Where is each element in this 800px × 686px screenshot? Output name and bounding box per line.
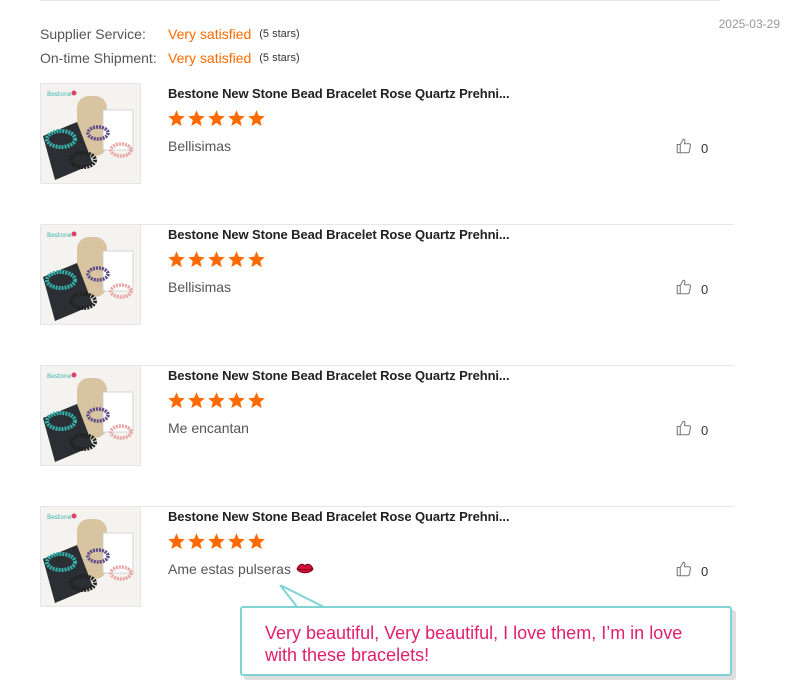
comment-text: Ame estas pulseras xyxy=(168,561,291,577)
star-icon xyxy=(247,391,266,410)
star-icon xyxy=(187,391,206,410)
supplier-service-rating: Supplier Service: Very satisfied (5 star… xyxy=(40,22,300,46)
star-icon xyxy=(227,250,246,269)
comment-text: Bellisimas xyxy=(168,138,232,154)
rating-note: (5 stars) xyxy=(259,28,300,40)
product-thumbnail[interactable]: Bestone xyxy=(40,83,141,184)
review-comment: Ame estas pulseras xyxy=(168,561,314,577)
star-icon xyxy=(247,109,266,128)
rating-value: Very satisfied xyxy=(168,50,252,66)
seller-ratings: Supplier Service: Very satisfied (5 star… xyxy=(40,22,300,70)
thumbs-up-icon xyxy=(675,419,693,442)
svg-text:Bestone: Bestone xyxy=(47,91,72,98)
thumbs-up-icon xyxy=(675,278,693,301)
star-icon xyxy=(167,250,186,269)
like-button[interactable]: 0 xyxy=(675,278,708,301)
star-icon xyxy=(187,532,206,551)
svg-text:Bestone: Bestone xyxy=(47,514,72,521)
review-item: Bestone Bestone New Stone Bead Bracelet R… xyxy=(40,365,734,507)
shipment-rating: On-time Shipment: Very satisfied (5 star… xyxy=(40,46,300,70)
star-icon xyxy=(167,532,186,551)
star-icon xyxy=(227,532,246,551)
star-icon xyxy=(247,532,266,551)
star-icon xyxy=(187,109,206,128)
thumbs-up-icon xyxy=(675,560,693,583)
product-thumbnail[interactable]: Bestone xyxy=(40,224,141,325)
star-rating xyxy=(167,109,267,128)
comment-text: Bellisimas xyxy=(168,279,232,295)
star-rating xyxy=(167,532,267,551)
like-count: 0 xyxy=(701,423,709,438)
like-count: 0 xyxy=(701,141,709,156)
star-icon xyxy=(207,109,226,128)
star-icon xyxy=(207,391,226,410)
star-icon xyxy=(227,391,246,410)
review-item: Bestone Bestone New Stone Bead Bracelet R… xyxy=(40,83,734,225)
star-icon xyxy=(167,109,186,128)
review-item: Bestone Bestone New Stone Bead Bracelet R… xyxy=(40,224,734,366)
review-comment: Bellisimas xyxy=(168,138,231,154)
like-button[interactable]: 0 xyxy=(675,419,708,442)
translation-bubble: Very beautiful, Very beautiful, I love t… xyxy=(240,606,732,676)
star-icon xyxy=(207,250,226,269)
star-rating xyxy=(167,391,267,410)
svg-text:Bestone: Bestone xyxy=(47,373,72,380)
star-icon xyxy=(187,250,206,269)
product-title[interactable]: Bestone New Stone Bead Bracelet Rose Qua… xyxy=(168,86,510,101)
product-thumbnail[interactable]: Bestone xyxy=(40,365,141,466)
translation-text: Very beautiful, Very beautiful, I love t… xyxy=(265,623,683,665)
product-title[interactable]: Bestone New Stone Bead Bracelet Rose Qua… xyxy=(168,509,510,524)
rating-value: Very satisfied xyxy=(168,26,252,42)
star-icon xyxy=(207,532,226,551)
comment-text: Me encantan xyxy=(168,420,249,436)
thumbs-up-icon xyxy=(675,137,693,160)
rating-note: (5 stars) xyxy=(259,52,300,64)
svg-text:Bestone: Bestone xyxy=(47,232,72,239)
review-comment: Me encantan xyxy=(168,420,249,436)
like-count: 0 xyxy=(701,564,709,579)
rating-label: On-time Shipment: xyxy=(40,50,157,66)
review-date: 2025-03-29 xyxy=(718,17,780,31)
star-icon xyxy=(167,391,186,410)
star-rating xyxy=(167,250,267,269)
product-thumbnail[interactable]: Bestone xyxy=(40,506,141,607)
star-icon xyxy=(227,109,246,128)
like-button[interactable]: 0 xyxy=(675,137,708,160)
product-title[interactable]: Bestone New Stone Bead Bracelet Rose Qua… xyxy=(168,227,510,242)
top-divider xyxy=(40,0,720,1)
star-icon xyxy=(247,250,266,269)
rating-label: Supplier Service: xyxy=(40,26,146,42)
review-comment: Bellisimas xyxy=(168,279,231,295)
product-title[interactable]: Bestone New Stone Bead Bracelet Rose Qua… xyxy=(168,368,510,383)
like-button[interactable]: 0 xyxy=(675,560,708,583)
lips-emoji xyxy=(296,562,314,576)
like-count: 0 xyxy=(701,282,709,297)
